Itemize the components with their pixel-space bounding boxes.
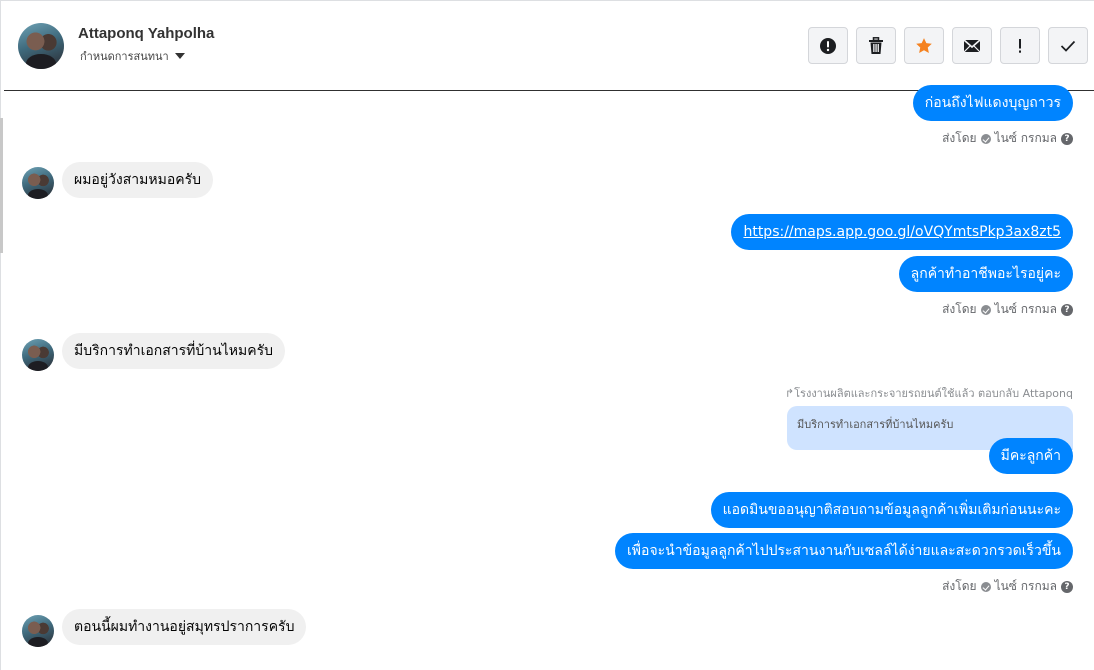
outgoing-message[interactable]: แอดมินขออนุญาติสอบถามข้อมูลลูกค้าเพิ่มเต… [710, 492, 1073, 528]
outgoing-link-message[interactable]: https://maps.app.goo.gl/oVQYmtsPkp3ax8zt… [731, 214, 1073, 250]
report-button[interactable] [808, 27, 848, 64]
contact-avatar[interactable] [22, 339, 54, 371]
conversation-settings-label: กำหนดการสนทนา [80, 51, 169, 63]
incoming-message[interactable]: มีบริการทำเอกสารที่บ้านไหมครับ [62, 333, 285, 369]
reply-arrow-icon: ↱ [784, 387, 795, 400]
conversation-settings-dropdown[interactable]: กำหนดการสนทนา [80, 47, 185, 65]
sent-by-label: ส่งโดย [942, 131, 977, 145]
reply-note-text: โรงงานผลิตและกระจายรถยนต์ใช้แล้ว ตอบกลับ… [794, 387, 1073, 400]
conversation-header: Attaponq Yahpolha กำหนดการสนทนา [4, 1, 1094, 91]
sender-name[interactable]: ไนซ์ กรกมล [995, 577, 1057, 596]
check-circle-icon [980, 581, 991, 592]
outgoing-message[interactable]: ก่อนถึงไฟแดงบุญถาวร [912, 85, 1073, 121]
reply-note: ↱โรงงานผลิตและกระจายรถยนต์ใช้แล้ว ตอบกลั… [785, 384, 1073, 402]
sent-by-info: ส่งโดย ไนซ์ กรกมล ? [942, 577, 1073, 596]
checkmark-icon [1060, 40, 1076, 52]
outgoing-message[interactable]: ลูกค้าทำอาชีพอะไรอยู่คะ [898, 256, 1073, 292]
important-button[interactable] [1000, 27, 1040, 64]
toolbar [808, 27, 1088, 64]
exclamation-icon [1019, 38, 1021, 53]
trash-icon [869, 36, 883, 54]
sender-name[interactable]: ไนซ์ กรกมล [995, 300, 1057, 319]
check-circle-icon [980, 133, 991, 144]
outgoing-message[interactable]: เพื่อจะนำข้อมูลลูกค้าไปประสานงานกับเซลล์… [615, 533, 1073, 569]
incoming-message[interactable]: ตอนนี้ผมทำงานอยู่สมุทรปราการครับ [62, 609, 307, 645]
sent-by-label: ส่งโดย [942, 302, 977, 316]
help-icon[interactable]: ? [1061, 580, 1073, 593]
check-circle-icon [980, 304, 991, 315]
incoming-message[interactable]: ผมอยู่วังสามหมอครับ [62, 162, 214, 198]
outgoing-message[interactable]: มีคะลูกค้า [988, 438, 1073, 474]
caret-down-icon [174, 53, 185, 59]
sent-by-info: ส่งโดย ไนซ์ กรกมล ? [942, 300, 1073, 319]
sent-by-info: ส่งโดย ไนซ์ กรกมล ? [942, 129, 1073, 148]
delete-button[interactable] [856, 27, 896, 64]
alert-circle-icon [820, 37, 836, 54]
star-icon [916, 37, 932, 53]
contact-avatar[interactable] [22, 167, 54, 199]
envelope-icon [963, 38, 981, 52]
sender-name[interactable]: ไนซ์ กรกมล [995, 129, 1057, 148]
mark-unread-button[interactable] [952, 27, 992, 64]
sent-by-label: ส่งโดย [942, 579, 977, 593]
help-icon[interactable]: ? [1061, 132, 1073, 145]
contact-avatar[interactable] [22, 615, 54, 647]
scrollbar[interactable] [0, 118, 3, 253]
help-icon[interactable]: ? [1061, 303, 1073, 316]
mark-done-button[interactable] [1048, 27, 1088, 64]
contact-avatar[interactable] [18, 23, 64, 69]
contact-name[interactable]: Attaponq Yahpolha [78, 25, 214, 42]
star-button[interactable] [904, 27, 944, 64]
